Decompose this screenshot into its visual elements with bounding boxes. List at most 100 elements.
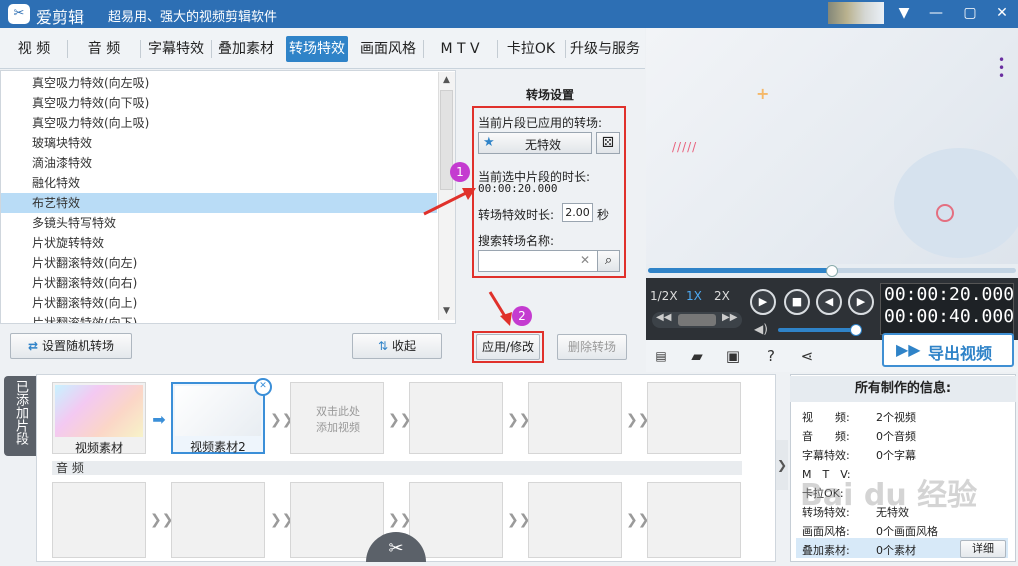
clip-thumbnail[interactable]: 视频素材	[52, 382, 146, 455]
tab-divider	[497, 40, 498, 58]
empty-slot[interactable]	[647, 382, 741, 454]
tab-subtitles[interactable]: 字幕特效	[144, 36, 208, 62]
scroll-up-icon[interactable]: ▲	[440, 74, 453, 87]
random-transition-label: 设置随机转场	[41, 339, 114, 353]
applied-transition-label: 当前片段已应用的转场:	[478, 116, 603, 130]
effect-list: 真空吸力特效(向左吸) 真空吸力特效(向下吸) 真空吸力特效(向上吸) 玻璃块特…	[0, 70, 456, 324]
volume-handle[interactable]	[850, 324, 862, 336]
star-icon: ★	[483, 135, 495, 150]
collapse-icon: ⇅	[378, 339, 389, 353]
list-item[interactable]: 真空吸力特效(向上吸)	[1, 113, 437, 133]
effect-duration-input[interactable]: 2.00	[562, 203, 593, 222]
tab-upgrade[interactable]: 升级与服务	[566, 36, 644, 62]
transition-arrow-icon: ❯❯	[388, 512, 412, 528]
list-item[interactable]: 融化特效	[1, 173, 437, 193]
share-icon[interactable]: ⋖	[796, 346, 818, 366]
tab-overlay[interactable]: 叠加素材	[214, 36, 278, 62]
jog-handle[interactable]	[678, 314, 716, 326]
user-avatar[interactable]	[828, 2, 884, 24]
list-item[interactable]: 真空吸力特效(向下吸)	[1, 93, 437, 113]
volume-slider[interactable]	[778, 328, 858, 332]
list-item[interactable]: 片状翻滚特效(向上)	[1, 293, 437, 313]
empty-slot[interactable]	[409, 382, 503, 454]
applied-transition-field[interactable]: ★ 无特效	[478, 132, 592, 154]
clip-image	[55, 385, 143, 437]
list-item-selected[interactable]: 布艺特效	[1, 193, 437, 213]
tab-transitions[interactable]: 转场特效	[286, 36, 348, 62]
clip-image	[175, 386, 261, 436]
prev-frame-icon[interactable]: ◀	[816, 289, 842, 315]
expand-panel-icon[interactable]: ❯	[776, 440, 788, 490]
list-item[interactable]: 玻璃块特效	[1, 133, 437, 153]
preview-ring	[936, 204, 954, 222]
tab-mtv[interactable]: M T V	[428, 36, 492, 62]
new-file-icon[interactable]: ▤	[650, 346, 672, 366]
tab-video[interactable]: 视 频	[4, 36, 64, 62]
export-video-button[interactable]: ▶▶ 导出视频	[882, 333, 1014, 367]
list-item[interactable]: 片状翻滚特效(向右)	[1, 273, 437, 293]
audio-track-label: 音 频	[52, 461, 742, 475]
annotation-badge-1: 1	[450, 162, 470, 182]
app-slogan: 超易用、强大的视频剪辑软件	[108, 10, 278, 25]
more-options-icon[interactable]: • • •	[998, 54, 1005, 82]
play-icon[interactable]: ▶	[750, 289, 776, 315]
audio-slot[interactable]	[528, 482, 622, 558]
list-item[interactable]: 滴油漆特效	[1, 153, 437, 173]
speed-normal[interactable]: 1X	[686, 287, 708, 305]
jog-slider[interactable]: ◀◀ ▶▶	[652, 312, 742, 328]
remove-clip-icon[interactable]: ✕	[254, 378, 272, 396]
scroll-down-icon[interactable]: ▼	[440, 305, 453, 318]
annotation-arrow-2-icon	[488, 291, 512, 326]
help-icon[interactable]: ?	[760, 346, 782, 366]
search-icon[interactable]: ⌕	[597, 250, 620, 272]
empty-slot[interactable]	[528, 382, 622, 454]
list-item[interactable]: 片状旋转特效	[1, 233, 437, 253]
minimize-icon[interactable]: —	[922, 2, 950, 24]
audio-slot[interactable]	[171, 482, 265, 558]
audio-slot[interactable]	[409, 482, 503, 558]
add-video-slot[interactable]: 双击此处 添加视频	[290, 382, 384, 454]
preview-plus-icon: +	[756, 84, 770, 103]
tab-divider	[67, 40, 68, 58]
added-clips-tab[interactable]: 已添加片段	[4, 376, 36, 456]
save-icon[interactable]: ▣	[722, 346, 744, 366]
random-transition-button[interactable]: ⇄ 设置随机转场	[10, 333, 132, 359]
tab-karaoke[interactable]: 卡拉OK	[500, 36, 562, 62]
volume-icon[interactable]: ◀)	[754, 322, 768, 336]
annotation-arrow-1-icon	[423, 188, 476, 216]
list-item[interactable]: 片状翻滚特效(向左)	[1, 253, 437, 273]
clear-search-icon[interactable]: ✕	[580, 253, 590, 267]
rewind-icon[interactable]: ◀◀	[656, 312, 671, 323]
detail-button[interactable]: 详细	[960, 540, 1006, 558]
dice-icon[interactable]: ⚄	[596, 132, 620, 154]
video-preview[interactable]: + ///// • • •	[646, 28, 1018, 264]
audio-slot[interactable]	[52, 482, 146, 558]
open-folder-icon[interactable]: ▰	[686, 346, 708, 366]
maximize-icon[interactable]: ▢	[956, 2, 984, 24]
audio-slot[interactable]	[647, 482, 741, 558]
close-icon[interactable]: ✕	[988, 2, 1016, 24]
list-item[interactable]: 真空吸力特效(向左吸)	[1, 73, 437, 93]
dropdown-icon[interactable]: ▼	[890, 2, 918, 24]
speed-double[interactable]: 2X	[714, 287, 736, 305]
seek-handle[interactable]	[826, 265, 838, 277]
tab-audio[interactable]: 音 频	[72, 36, 136, 62]
collapse-button[interactable]: ⇅ 收起	[352, 333, 442, 359]
clip-thumbnail-selected[interactable]: 视频素材2	[171, 382, 265, 454]
next-frame-icon[interactable]: ▶	[848, 289, 874, 315]
speed-half[interactable]: 1/2X	[650, 287, 678, 305]
add-video-hint: 双击此处 添加视频	[316, 405, 360, 434]
stop-icon[interactable]: ■	[784, 289, 810, 315]
settings-title: 转场设置	[525, 88, 574, 102]
preview-shape	[894, 148, 1018, 258]
apply-button[interactable]: 应用/修改	[476, 334, 540, 360]
tab-styles[interactable]: 画面风格	[356, 36, 420, 62]
info-value: 0个音频	[876, 430, 916, 443]
delete-transition-button[interactable]: 删除转场	[557, 334, 627, 360]
transition-arrow-icon: ❯❯	[507, 412, 531, 428]
fast-forward-icon[interactable]: ▶▶	[722, 312, 737, 323]
seek-bar[interactable]	[646, 264, 1018, 278]
list-item[interactable]: 片状翻滚特效(向下)	[1, 313, 437, 323]
list-item[interactable]: 多镜头特写特效	[1, 213, 437, 233]
transition-arrow-icon: ❯❯	[150, 512, 174, 528]
